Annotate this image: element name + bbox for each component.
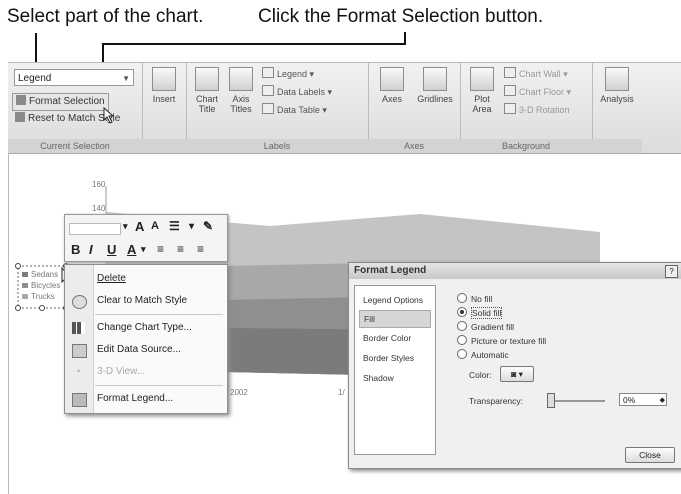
radio-icon (457, 349, 467, 359)
legend-entry[interactable]: Sedans (31, 270, 58, 279)
nav-border-styles[interactable]: Border Styles (359, 350, 431, 366)
context-menu: Delete Clear to Match Style Change Chart… (64, 264, 228, 414)
dialog-nav: Legend Options Fill Border Color Border … (354, 285, 436, 455)
transparency-value: 0% (623, 395, 636, 405)
format-legend-dialog: Format Legend ? Legend Options Fill Bord… (348, 262, 681, 469)
radio-icon (457, 307, 467, 317)
menu-item-clear-to-match-style[interactable]: Clear to Match Style (65, 290, 227, 312)
menu-label: Clear to Match Style (97, 295, 188, 306)
mouse-pointer-icon (103, 106, 115, 124)
format-painter-icon[interactable]: ✎ (203, 215, 213, 238)
shrink-font-button[interactable]: A (151, 215, 159, 238)
transparency-slider[interactable] (547, 393, 555, 408)
menu-item-3d-view[interactable]: ▪ 3-D View... (65, 361, 227, 383)
menu-label: Format Legend... (97, 393, 174, 404)
radio-icon (457, 335, 467, 345)
chevron-down-icon[interactable]: ▾ (189, 215, 194, 238)
close-button[interactable]: Close (625, 447, 675, 463)
option-label: Automatic (471, 350, 509, 360)
menu-label: Delete (97, 273, 126, 284)
chevron-down-icon: ▾ (518, 369, 523, 379)
radio-icon (457, 321, 467, 331)
format-legend-icon (72, 393, 87, 407)
menu-item-change-chart-type[interactable]: Change Chart Type... (65, 317, 227, 339)
legend-entry[interactable]: Trucks (31, 292, 55, 301)
legend-handle (39, 305, 45, 311)
radio-gradient-fill[interactable]: Gradient fill (457, 321, 514, 333)
help-button[interactable]: ? (665, 265, 678, 278)
grow-font-button[interactable]: A (135, 215, 144, 238)
align-left-icon[interactable]: ≡ (157, 238, 164, 261)
dialog-title: Format Legend (349, 263, 681, 279)
chevron-down-icon[interactable]: ▾ (123, 215, 128, 238)
nav-fill[interactable]: Fill (359, 310, 431, 328)
clear-style-icon (72, 295, 87, 309)
spinner-icon[interactable]: ◆ (660, 394, 665, 407)
radio-icon (457, 293, 467, 303)
nav-legend-options[interactable]: Legend Options (359, 292, 431, 308)
mini-toolbar: ▾ A A ☰ ▾ ✎ B I U A ▾ ≡ ≡ ≡ (64, 214, 228, 262)
x-tick-next: 1/ (338, 388, 345, 397)
transparency-track (549, 400, 605, 402)
font-size-box[interactable] (69, 223, 121, 235)
align-center-icon[interactable]: ≡ (177, 238, 184, 261)
menu-separator (95, 314, 223, 315)
radio-automatic[interactable]: Automatic (457, 349, 509, 361)
font-color-button[interactable]: A (127, 238, 136, 261)
transparency-input[interactable]: 0% ◆ (619, 393, 667, 406)
legend-handle (15, 305, 21, 311)
bullets-icon[interactable]: ☰ (169, 215, 180, 238)
legend-entry[interactable]: Bicycles (31, 281, 60, 290)
3d-view-icon: ▪ (76, 366, 81, 377)
menu-label: Edit Data Source... (97, 344, 181, 355)
menu-label: Change Chart Type... (97, 322, 192, 333)
option-label: Solid fill (471, 307, 503, 319)
menu-item-edit-data-source[interactable]: Edit Data Source... (65, 339, 227, 361)
option-label: No fill (471, 294, 493, 304)
menu-separator (95, 385, 223, 386)
menu-item-delete[interactable]: Delete (65, 268, 227, 290)
legend-swatch (22, 283, 28, 288)
chart-type-icon (72, 322, 85, 334)
menu-item-format-legend[interactable]: Format Legend... (65, 388, 227, 410)
menu-label: 3-D View... (97, 366, 146, 377)
transparency-label: Transparency: (469, 396, 524, 406)
color-label: Color: (469, 370, 492, 380)
legend-handle (15, 263, 21, 269)
paint-bucket-icon: ◙ (511, 369, 517, 379)
x-tick-2002: 2002 (230, 388, 248, 397)
option-label: Picture or texture fill (471, 336, 547, 346)
align-right-icon[interactable]: ≡ (197, 238, 204, 261)
radio-solid-fill[interactable]: Solid fill (457, 307, 503, 319)
color-picker-button[interactable]: ◙ ▾ (500, 366, 534, 382)
underline-button[interactable]: U (107, 238, 116, 261)
data-source-icon (72, 344, 87, 358)
nav-border-color[interactable]: Border Color (359, 330, 431, 346)
nav-shadow[interactable]: Shadow (359, 370, 431, 386)
option-label: Gradient fill (471, 322, 514, 332)
radio-picture-fill[interactable]: Picture or texture fill (457, 335, 546, 347)
chevron-down-icon[interactable]: ▾ (141, 238, 146, 261)
bold-button[interactable]: B (71, 238, 80, 261)
italic-button[interactable]: I (89, 238, 93, 261)
legend-swatch (22, 272, 28, 277)
radio-no-fill[interactable]: No fill (457, 293, 492, 305)
legend-swatch (22, 294, 28, 299)
